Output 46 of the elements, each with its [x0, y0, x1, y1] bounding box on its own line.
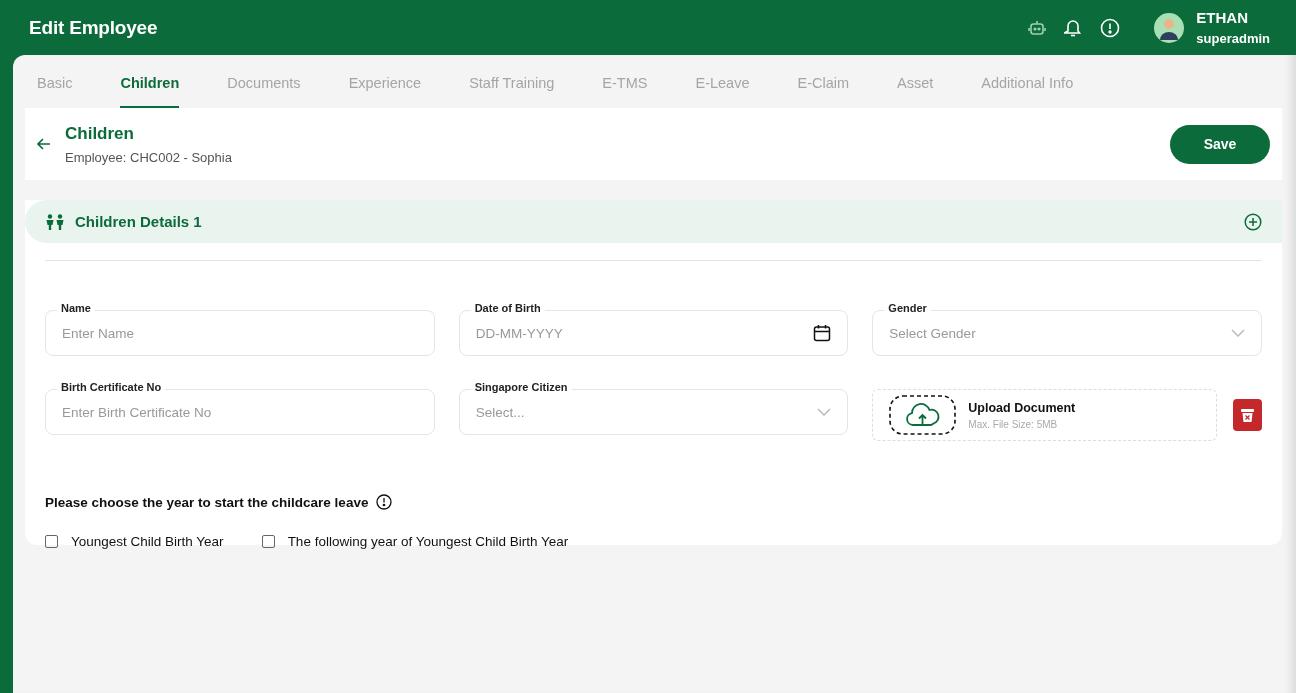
section-header[interactable]: Children Details 1	[25, 200, 1282, 243]
tab[interactable]: E-Claim	[797, 55, 850, 108]
upload-title: Upload Document	[968, 400, 1076, 415]
delete-button[interactable]	[1233, 399, 1262, 431]
text-input[interactable]: Select Gender	[889, 325, 1231, 341]
tab[interactable]: Staff Training	[469, 55, 555, 108]
info-icon[interactable]	[376, 494, 393, 510]
field-label: Singapore Citizen	[470, 381, 572, 393]
checkbox-option[interactable]: The following year of Youngest Child Birth Year	[261, 534, 569, 549]
upload-hint: Max. File Size: 5MB	[968, 418, 1059, 430]
chevron-down-icon	[817, 408, 832, 416]
field-label: Gender	[884, 302, 931, 314]
text-input[interactable]: Enter Birth Certificate No	[62, 404, 418, 420]
back-arrow-icon[interactable]	[37, 138, 51, 150]
children-icon	[45, 213, 65, 230]
tab[interactable]: E-Leave	[695, 55, 750, 108]
question-text: Please choose the year to start the childcare leave	[45, 494, 369, 510]
text-input[interactable]: Enter Name	[62, 325, 418, 341]
tab[interactable]: Basic	[37, 55, 73, 108]
robot-icon[interactable]	[1028, 19, 1047, 36]
text-input[interactable]: Select...	[475, 404, 818, 420]
checkbox-option[interactable]: Youngest Child Birth Year	[45, 534, 224, 549]
upload-dropzone[interactable]: Upload Document Max. File Size: 5MB	[872, 389, 1217, 441]
bell-icon[interactable]	[1064, 18, 1083, 37]
trash-icon	[1240, 407, 1255, 423]
text-input[interactable]: DD-MM-YYYY	[475, 325, 814, 341]
cloud-upload-icon	[889, 395, 957, 435]
add-icon[interactable]	[1244, 212, 1262, 231]
field-label: Birth Certificate No	[57, 381, 166, 393]
tab[interactable]: Additional Info	[981, 55, 1074, 108]
tab[interactable]: Asset	[897, 55, 934, 108]
save-button[interactable]: Save	[1170, 124, 1270, 164]
field-label: Date of Birth	[470, 302, 545, 314]
chevron-down-icon	[1231, 329, 1245, 337]
tab[interactable]: Experience	[348, 55, 422, 108]
user-role: superadmin	[1196, 31, 1270, 46]
tab[interactable]: Documents	[227, 55, 301, 108]
calendar-icon[interactable]	[813, 324, 832, 342]
employee-label: Employee: CHC002 - Sophia	[65, 149, 233, 165]
tab[interactable]: E-TMS	[602, 55, 648, 108]
page-title: Edit Employee	[29, 16, 159, 39]
avatar[interactable]	[1154, 12, 1185, 43]
field-label: Name	[57, 302, 95, 314]
section-title: Children Details 1	[75, 213, 203, 230]
user-name: ETHAN	[1196, 9, 1249, 26]
section-title: Children	[65, 123, 135, 144]
